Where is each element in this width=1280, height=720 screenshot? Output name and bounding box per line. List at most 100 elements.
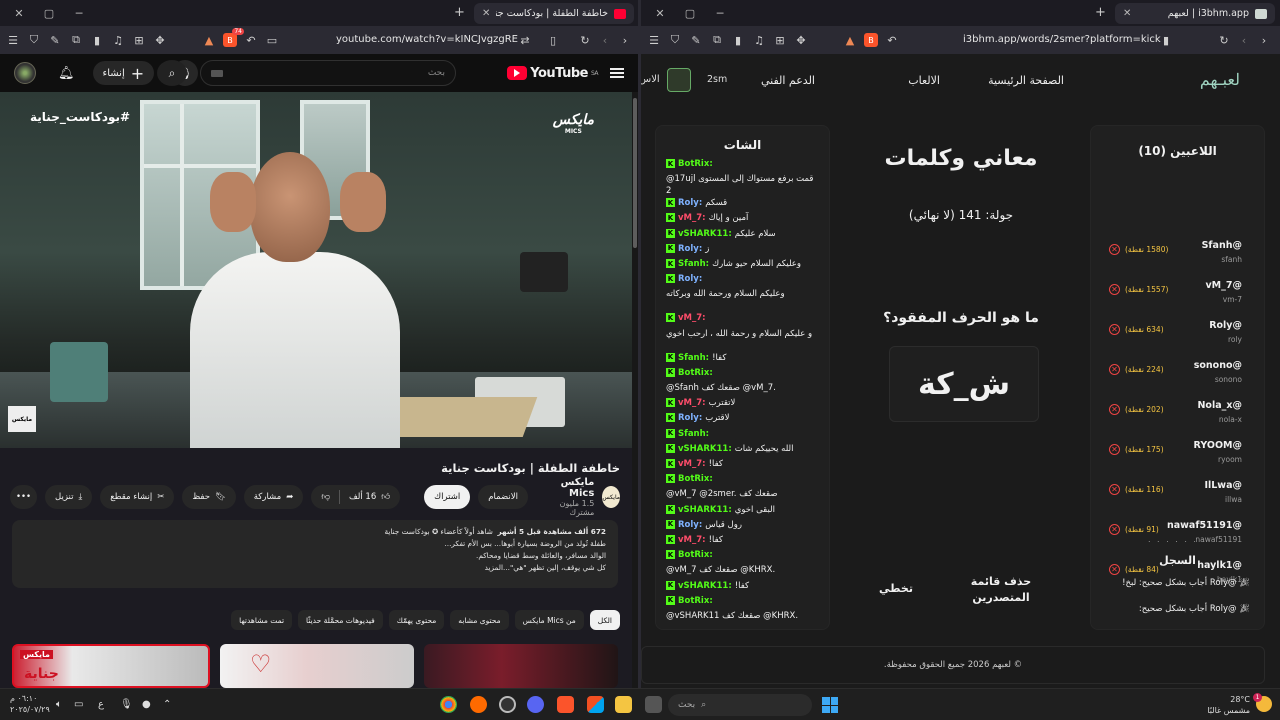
download-button[interactable]: ⤓ تنزيل <box>45 485 93 509</box>
guide-menu-icon[interactable] <box>610 68 624 78</box>
brave-taskbar-icon[interactable] <box>557 696 574 713</box>
chip-related[interactable]: محتوى مشابه <box>450 610 509 630</box>
clear-leaderboard-button[interactable]: حذف قائمة المتصدرين <box>961 574 1041 606</box>
mic-tray-icon[interactable]: 🎙︎ <box>120 699 133 710</box>
security-tray-icon[interactable]: ● <box>142 699 151 710</box>
chat-username[interactable]: vM_7: <box>678 397 706 409</box>
window-restore-icon[interactable]: ▢ <box>679 7 701 20</box>
chat-username[interactable]: Sfanh: <box>678 352 709 364</box>
back-arrow-icon[interactable]: ↶ <box>885 33 899 47</box>
video-description[interactable]: 672 ألف مشاهدة قبل 5 أشهر شاهد أولاً كأع… <box>12 520 618 588</box>
video-player[interactable]: #بودكاست_جناية مايكس MICS مايكس <box>0 92 632 448</box>
kick-player-icon[interactable]: ✕ <box>1109 484 1120 495</box>
scrollbar-thumb[interactable] <box>633 98 637 248</box>
sidebar-icon[interactable]: ▮ <box>90 33 104 47</box>
create-button[interactable]: إنشاء + <box>92 61 155 85</box>
window-minimize-icon[interactable]: ─ <box>68 7 90 20</box>
share-button[interactable]: ➦ مشاركة <box>243 485 304 509</box>
chat-username[interactable]: Roly: <box>678 412 702 424</box>
chat-username[interactable]: vM_7: <box>678 212 706 224</box>
rewards-icon[interactable]: ▲ <box>843 33 857 47</box>
menu-icon[interactable]: ☰ <box>6 33 20 47</box>
window-close-icon[interactable]: ✕ <box>8 7 30 20</box>
account-avatar[interactable] <box>14 62 36 84</box>
chat-username[interactable]: BotRix: <box>678 473 713 485</box>
obs-taskbar-icon[interactable] <box>499 696 516 713</box>
new-tab-button[interactable]: + <box>454 5 465 20</box>
chat-username[interactable]: Sfanh: <box>678 428 709 440</box>
task-view-icon[interactable] <box>645 696 662 713</box>
discord-taskbar-icon[interactable] <box>527 696 544 713</box>
window-close-icon[interactable]: ✕ <box>649 7 671 20</box>
chrome-taskbar-icon[interactable] <box>440 696 457 713</box>
network-icon[interactable]: ▭ <box>74 699 83 710</box>
tab-grid-icon[interactable]: ⊞ <box>132 33 146 47</box>
chat-username[interactable]: BotRix: <box>678 158 713 170</box>
nav-games[interactable]: الالعاب <box>908 74 940 87</box>
kick-player-icon[interactable]: ✕ <box>1109 524 1120 535</box>
chat-username[interactable]: vSHARK11: <box>678 443 732 455</box>
app-taskbar-icon[interactable] <box>470 696 487 713</box>
notifications-bell-icon[interactable]: 🔔︎ <box>58 66 75 81</box>
kick-player-icon[interactable]: ✕ <box>1109 244 1120 255</box>
clock[interactable]: ٠٦:١٠ م ٢٠٢٥/٠٧/٢٩ <box>10 693 50 715</box>
address-bar[interactable]: youtube.com/watch?v=kINCJvgzgRE <box>336 34 518 45</box>
rewards-icon[interactable]: ▲ <box>202 33 216 47</box>
nav-support[interactable]: الدعم الفني <box>761 74 815 87</box>
show-hidden-icons-icon[interactable]: ⌃ <box>163 699 171 710</box>
chat-username[interactable]: Roly: <box>678 273 702 285</box>
history-icon[interactable]: ⧉ <box>69 33 83 47</box>
search-icon[interactable]: ⌕ <box>157 60 187 86</box>
tab-close-icon[interactable]: ✕ <box>482 8 490 19</box>
chat-username[interactable]: vM_7: <box>678 458 706 470</box>
extensions-icon[interactable]: ✥ <box>153 33 167 47</box>
user-avatar[interactable] <box>667 68 691 92</box>
store-taskbar-icon[interactable] <box>587 696 604 713</box>
bookmark-icon[interactable]: ▯ <box>546 33 560 47</box>
clip-button[interactable]: ✂ إنشاء مقطع <box>100 485 175 509</box>
tab-close-icon[interactable]: ✕ <box>1123 8 1131 19</box>
cast-icon[interactable]: ▭ <box>265 33 279 47</box>
chat-username[interactable]: vM_7: <box>678 534 706 546</box>
history-icon[interactable]: ⧉ <box>710 33 724 47</box>
window-restore-icon[interactable]: ▢ <box>38 7 60 20</box>
chat-username[interactable]: Sfanh: <box>678 258 709 270</box>
nav-back-icon[interactable]: ‹ <box>1237 33 1251 47</box>
bookmark-icon[interactable]: ▮ <box>1159 33 1173 47</box>
reload-icon[interactable]: ↻ <box>578 33 592 47</box>
file-explorer-icon[interactable] <box>615 696 632 713</box>
like-button[interactable]: 👍︎ 16 ألف 👎︎ <box>311 485 401 509</box>
tab-youtube[interactable]: خاطفة الطفلة | بودكاست جناية ✕ <box>474 3 634 24</box>
save-button[interactable]: 🔖︎ حفظ <box>182 485 236 509</box>
chip-recently-uploaded[interactable]: فيديوهات محمَّلة حديثًا <box>298 610 383 630</box>
chat-username[interactable]: vSHARK11: <box>678 580 732 592</box>
chat-username[interactable]: Roly: <box>678 519 702 531</box>
extensions-icon[interactable]: ✥ <box>794 33 808 47</box>
brave-shield-icon[interactable]: B <box>864 33 878 47</box>
chat-username[interactable]: BotRix: <box>678 367 713 379</box>
nav-home[interactable]: الصفحة الرئيسية <box>988 74 1064 87</box>
reload-icon[interactable]: ↻ <box>1217 33 1231 47</box>
chip-for-you[interactable]: محتوى يهمّك <box>388 610 445 630</box>
chat-username[interactable]: BotRix: <box>678 549 713 561</box>
share-page-icon[interactable]: ⇄ <box>518 33 532 47</box>
pin-icon[interactable]: ✎ <box>689 33 703 47</box>
nav-forward-icon[interactable]: › <box>618 33 632 47</box>
chip-all[interactable]: الكل <box>589 610 620 630</box>
search-input[interactable]: بحث <box>428 68 445 78</box>
pin-icon[interactable]: ✎ <box>48 33 62 47</box>
chat-username[interactable]: vSHARK11: <box>678 228 732 240</box>
right-page-scrollbar[interactable] <box>1271 108 1280 688</box>
nav-forward-icon[interactable]: › <box>1257 33 1271 47</box>
site-logo[interactable]: لعبـهم <box>1200 70 1240 89</box>
nav-back-icon[interactable]: ‹ <box>598 33 612 47</box>
chat-username[interactable]: vSHARK11: <box>678 504 732 516</box>
channel-watermark[interactable]: مايكس <box>8 406 36 432</box>
more-actions-icon[interactable]: ••• <box>10 485 38 509</box>
music-icon[interactable]: ♫ <box>752 33 766 47</box>
tab-grid-icon[interactable]: ⊞ <box>773 33 787 47</box>
taskbar-search[interactable]: ⌕ بحث <box>668 694 812 716</box>
youtube-logo[interactable]: YouTube SA <box>507 66 599 81</box>
skip-button[interactable]: تخطي <box>871 581 921 597</box>
back-arrow-icon[interactable]: ↶ <box>244 33 258 47</box>
